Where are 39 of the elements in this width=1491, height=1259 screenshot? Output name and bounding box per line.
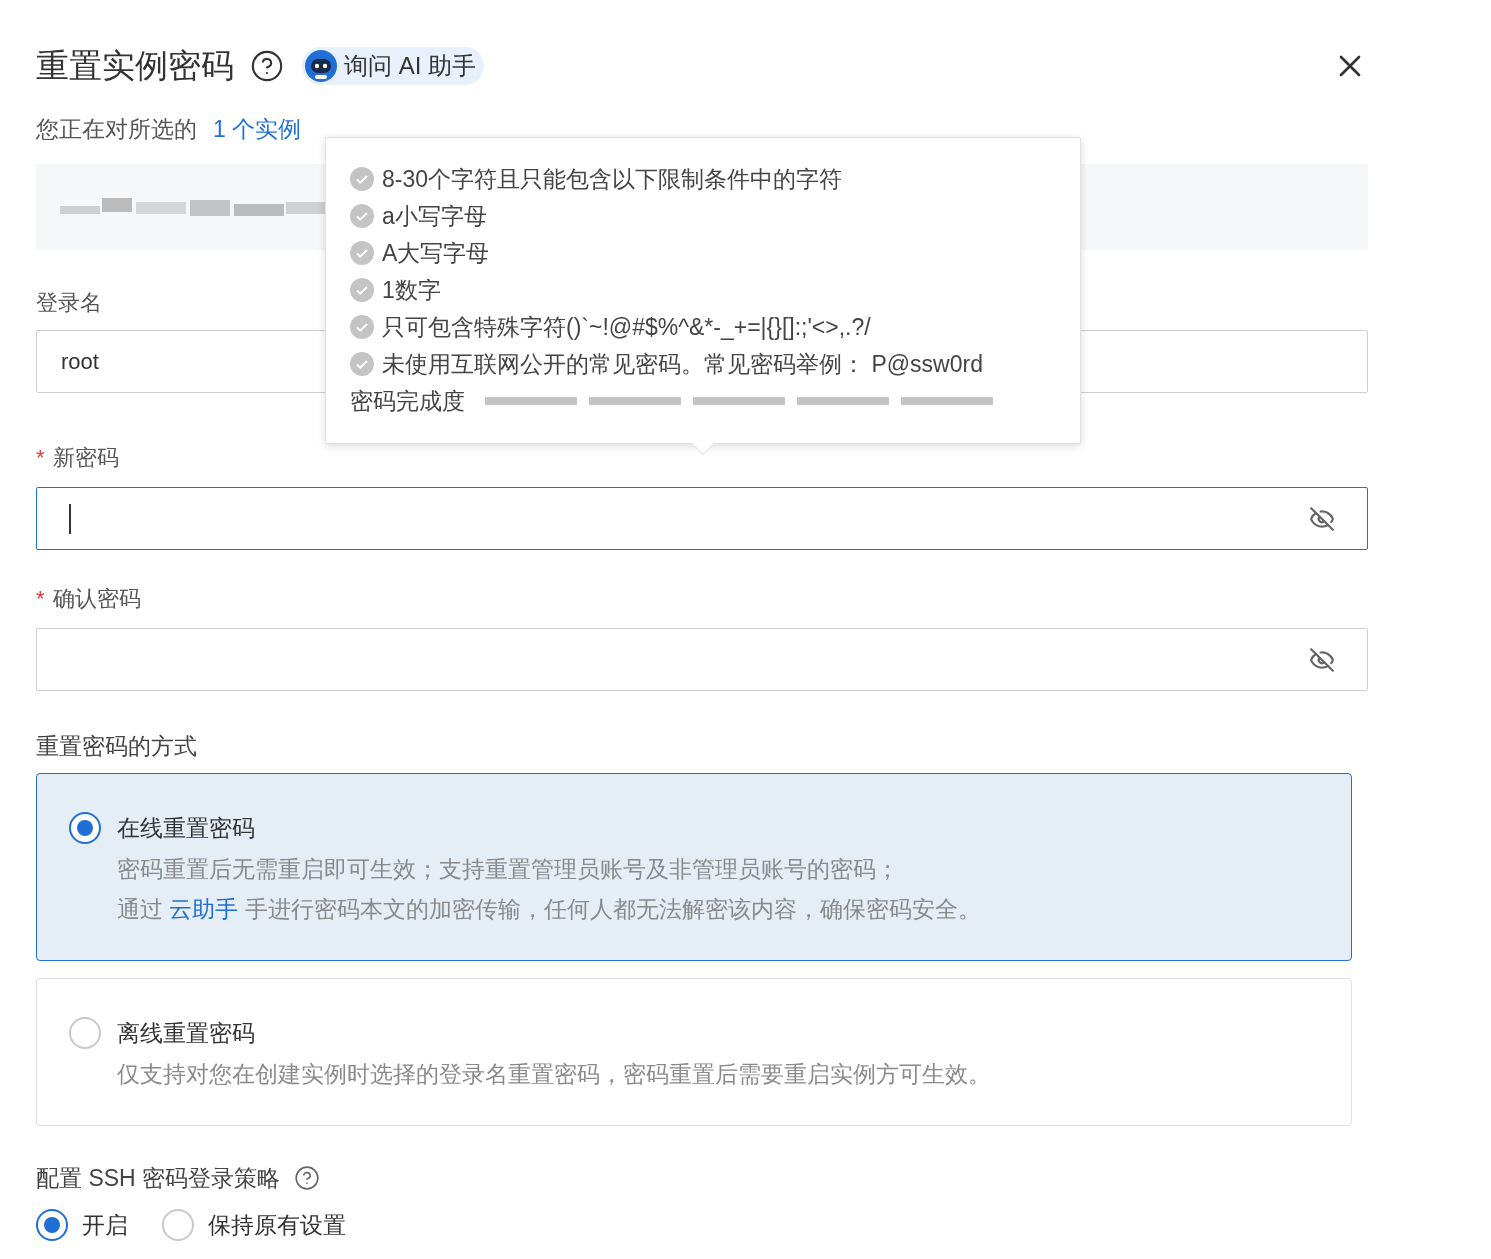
cloud-assistant-link[interactable]: 云助手 — [169, 896, 239, 922]
section-label: 重置密码的方式 — [36, 732, 198, 759]
help-icon[interactable] — [294, 1165, 321, 1191]
rule-text: A大写字母 — [382, 238, 490, 268]
option-description: 通过 云助手 手进行密码本文的加密传输，任何人都无法解密该内容，确保密码安全。 — [117, 895, 981, 924]
ai-assistant-button[interactable]: 询问 AI 助手 — [302, 47, 484, 85]
rule-text: 未使用互联网公开的常见密码。常见密码举例： P@ssw0rd — [382, 349, 983, 379]
reset-option-card[interactable]: 离线重置密码 仅支持对您在创建实例时选择的登录名重置密码，密码重置后需要重启实例方可生效。 — [36, 978, 1352, 1126]
field-label: 新密码 — [52, 443, 119, 472]
radio-label: 开启 — [82, 1211, 128, 1240]
rule-text: 8-30个字符且只能包含以下限制条件中的字符 — [382, 164, 843, 194]
rule-text: 1数字 — [382, 275, 441, 305]
radio-button[interactable] — [162, 1209, 194, 1242]
robot-icon — [304, 49, 338, 83]
reset-option-card[interactable]: 在线重置密码 密码重置后无需重启即可生效；支持重置管理员账号及非管理员账号的密码； 通过 云助手 手进行密码本文的加密传输，任何人都无法解密该内容，确保密码安全。 — [36, 773, 1352, 961]
hide-password-icon[interactable] — [1309, 646, 1335, 673]
help-icon[interactable] — [250, 49, 284, 83]
rule-text: 只可包含特殊字符()`~!@#$%^&*-_+=|{}[]:;'<>,.?/ — [382, 312, 871, 342]
field-label: 登录名 — [36, 289, 102, 316]
password-field[interactable] — [36, 487, 1368, 550]
radio-button[interactable] — [69, 1017, 101, 1049]
radio-button[interactable] — [36, 1209, 68, 1242]
section-label: 配置 SSH 密码登录策略 — [36, 1163, 281, 1193]
option-title: 离线重置密码 — [117, 1019, 256, 1048]
instance-link[interactable]: 1 个实例 — [213, 111, 302, 147]
rule-text: a小写字母 — [382, 201, 487, 231]
option-title: 在线重置密码 — [117, 814, 256, 843]
field-label: 确认密码 — [52, 584, 141, 613]
required-mark: * — [36, 443, 45, 472]
hide-password-icon[interactable] — [1309, 505, 1335, 532]
text-cursor — [69, 503, 71, 534]
option-description: 密码重置后无需重启即可生效；支持重置管理员账号及非管理员账号的密码； — [117, 855, 900, 884]
dialog-title: 重置实例密码 — [36, 46, 234, 87]
required-mark: * — [36, 584, 45, 613]
option-description: 仅支持对您在创建实例时选择的登录名重置密码，密码重置后需要重启实例方可生效。 — [117, 1060, 991, 1089]
radio-label: 保持原有设置 — [208, 1211, 346, 1240]
radio-button[interactable] — [69, 812, 101, 844]
strength-label: 密码完成度 — [350, 386, 465, 416]
intro-text: 您正在对所选的 — [36, 114, 197, 144]
